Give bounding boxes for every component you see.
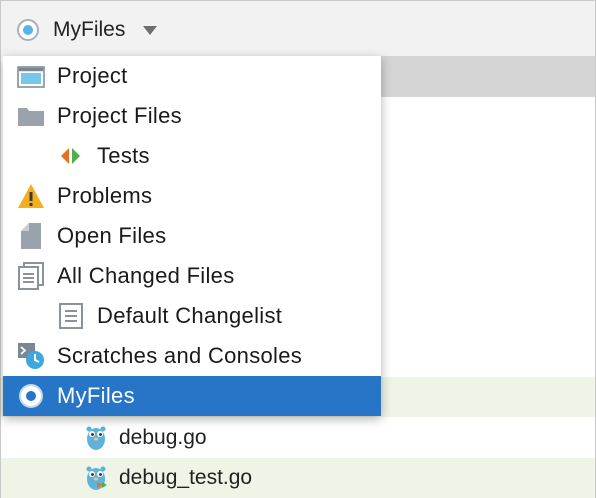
file-name: debug_test.go (119, 466, 253, 489)
menu-item-myfiles[interactable]: MyFiles (3, 376, 381, 416)
menu-item-project-files[interactable]: Project Files (3, 96, 381, 136)
menu-item-scratches-and-consoles[interactable]: Scratches and Consoles (3, 336, 381, 376)
warning-icon (17, 182, 45, 210)
menu-item-problems[interactable]: Problems (3, 176, 381, 216)
changes-stack-icon (17, 262, 45, 290)
tree-header-strip (380, 56, 595, 97)
view-selector-label: MyFiles (53, 18, 126, 41)
menu-item-label: All Changed Files (57, 263, 235, 288)
gopher-test-icon (85, 464, 107, 492)
menu-item-all-changed-files[interactable]: All Changed Files (3, 256, 381, 296)
radio-icon (17, 19, 39, 41)
menu-item-label: Open Files (57, 223, 167, 248)
changelist-icon (57, 302, 85, 330)
scratches-icon (17, 342, 45, 370)
menu-item-label: Scratches and Consoles (57, 343, 303, 368)
gopher-icon (85, 424, 107, 452)
folder-icon (17, 102, 45, 130)
menu-item-label: Tests (97, 143, 150, 168)
view-selector-menu: Project Project Files Tests Problems Ope… (3, 56, 381, 416)
radio-icon (17, 382, 45, 410)
menu-item-project[interactable]: Project (3, 56, 381, 96)
menu-item-label: MyFiles (57, 383, 135, 408)
menu-item-open-files[interactable]: Open Files (3, 216, 381, 256)
tree-row-debug-test-go[interactable]: debug_test.go (1, 458, 595, 498)
project-window-icon (17, 62, 45, 90)
tree-row-debug-go[interactable]: debug.go (1, 418, 595, 458)
menu-item-label: Problems (57, 183, 153, 208)
menu-item-label: Default Changelist (97, 303, 283, 328)
menu-item-label: Project (57, 63, 128, 88)
menu-item-default-changelist[interactable]: Default Changelist (3, 296, 381, 336)
file-name: debug.go (119, 426, 207, 449)
menu-item-label: Project Files (57, 103, 182, 128)
tests-icon (57, 142, 85, 170)
chevron-down-icon[interactable] (143, 25, 158, 35)
tool-window-toolbar: MyFiles (1, 1, 595, 57)
menu-item-tests[interactable]: Tests (3, 136, 381, 176)
view-selector-dropdown[interactable]: MyFiles (17, 15, 158, 45)
file-icon (17, 222, 45, 250)
